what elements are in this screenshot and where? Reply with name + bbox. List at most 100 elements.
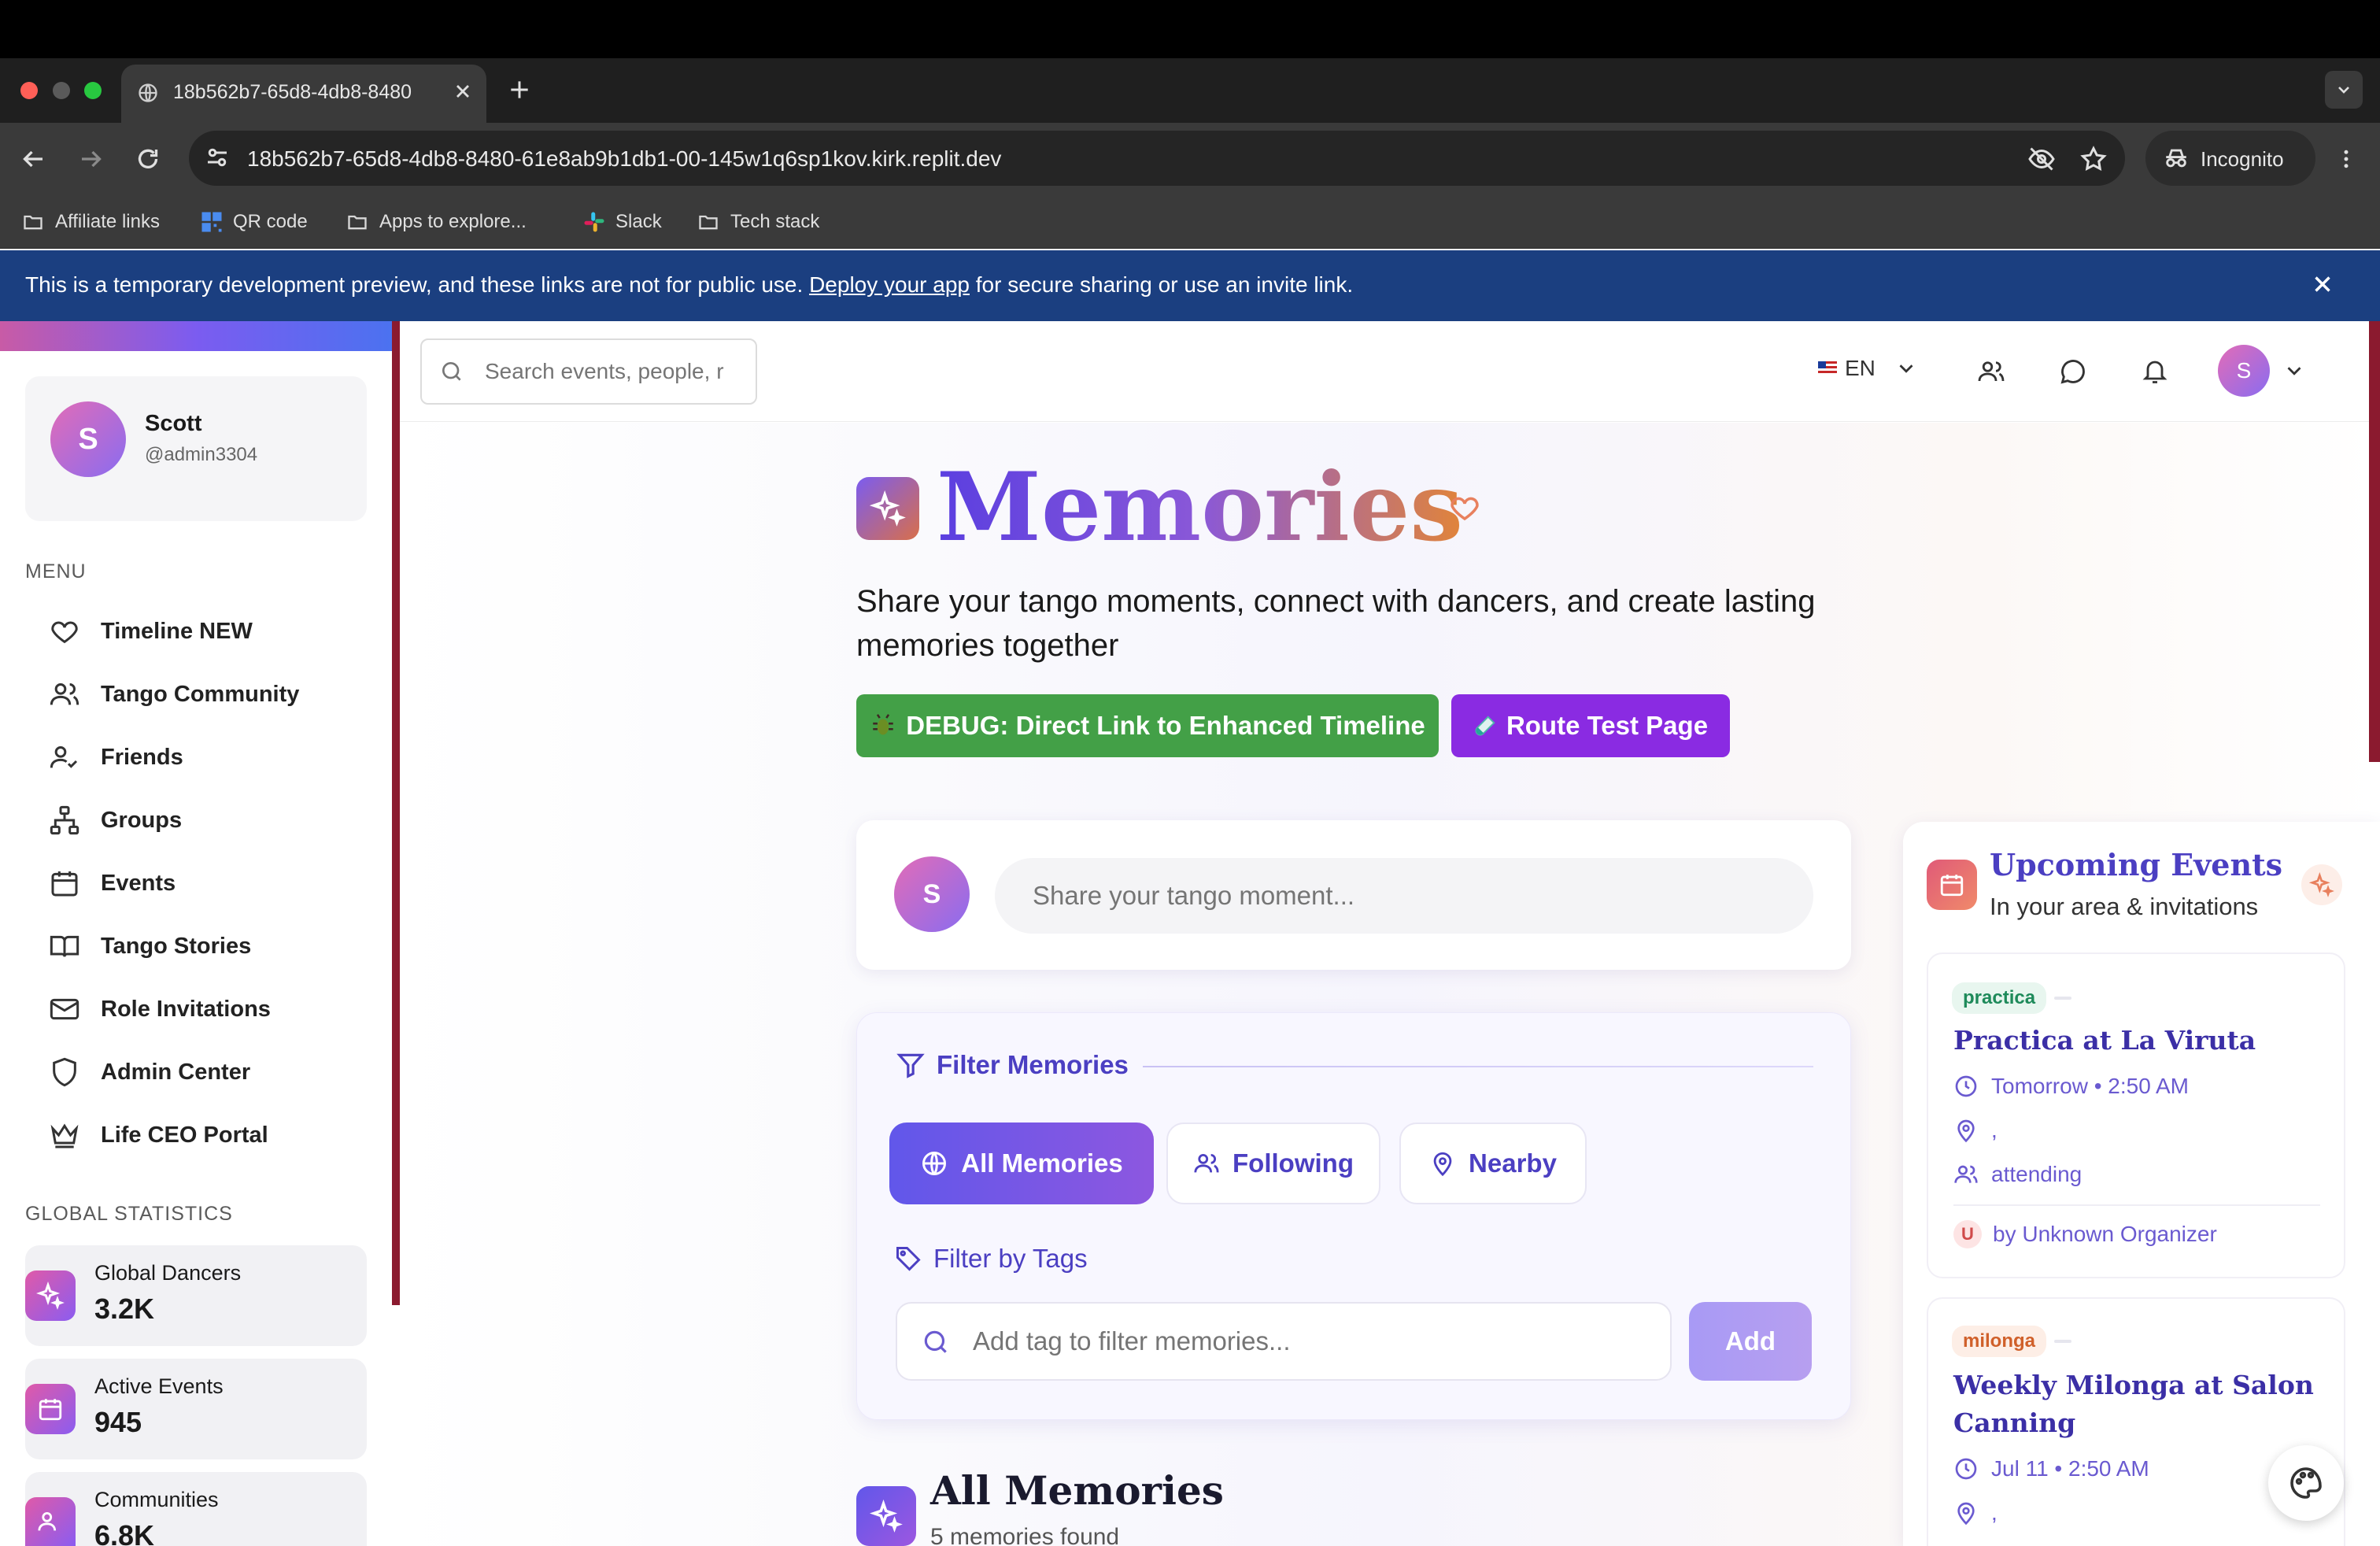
back-icon[interactable]: [19, 145, 47, 173]
filter-following[interactable]: Following: [1166, 1123, 1380, 1204]
minimize-window-button[interactable]: [53, 82, 70, 99]
bookmark-label: Tech stack: [730, 211, 820, 232]
sidebar-item-tango-stories[interactable]: Tango Stories: [25, 918, 367, 975]
user-handle: @admin3304: [145, 444, 258, 465]
map-pin-icon: [1957, 1119, 1975, 1143]
bookmark-label: Affiliate links: [55, 211, 160, 232]
us-flag-icon: [1818, 361, 1837, 375]
language-selector[interactable]: EN: [1818, 356, 1918, 381]
close-banner-icon[interactable]: [2309, 271, 2336, 298]
organizer-avatar: U: [1953, 1220, 1982, 1248]
calendar-icon: [1927, 860, 1977, 910]
search-input[interactable]: [485, 356, 737, 387]
route-button-label: Route Test Page: [1506, 711, 1709, 740]
heart-icon: [1448, 491, 1481, 524]
test-tube-icon: [1475, 716, 1495, 736]
bookmark-slack[interactable]: Slack: [582, 208, 662, 236]
star-icon[interactable]: [2079, 145, 2108, 173]
sidebar-item-admin-center[interactable]: Admin Center: [25, 1044, 367, 1100]
event-title[interactable]: Practica at La Viruta: [1953, 1022, 2331, 1060]
event-time: Jul 11 • 2:50 AM: [1953, 1456, 2149, 1481]
globe-icon: [137, 82, 159, 104]
deploy-app-link[interactable]: Deploy your app: [809, 272, 970, 297]
share-moment-input[interactable]: [995, 858, 1813, 934]
crown-icon: [50, 1123, 79, 1148]
bookmark-label: Slack: [615, 211, 662, 232]
event-badge-row: milonga: [1952, 1326, 2072, 1357]
more-menu-icon[interactable]: [2334, 145, 2358, 173]
sparkles-icon: [856, 1486, 916, 1546]
forward-icon[interactable]: [77, 145, 105, 173]
close-window-button[interactable]: [20, 82, 38, 99]
sidebar-scrollbar[interactable]: [392, 321, 400, 1305]
reload-icon[interactable]: [134, 145, 162, 173]
stat-label: Communities: [94, 1488, 219, 1511]
user-menu-avatar[interactable]: S: [2218, 345, 2270, 397]
bell-icon[interactable]: [2141, 357, 2169, 386]
page-scrollbar[interactable]: [2369, 321, 2380, 762]
zoom-window-button[interactable]: [84, 82, 102, 99]
tab-search-button[interactable]: [2325, 71, 2363, 109]
add-tag-button[interactable]: Add: [1689, 1302, 1812, 1381]
sidebar-item-friends[interactable]: Friends: [25, 729, 367, 786]
chevron-down-icon[interactable]: [2282, 359, 2306, 383]
bookmark-qr-code[interactable]: QR code: [200, 208, 308, 236]
divider: [1953, 1204, 2320, 1206]
event-time-text: Jul 11 • 2:50 AM: [1991, 1456, 2149, 1481]
sidebar-item-tango-community[interactable]: Tango Community: [25, 666, 367, 723]
search-icon: [921, 1327, 951, 1357]
friends-icon[interactable]: [1977, 357, 2005, 386]
debug-button-label: DEBUG: Direct Link to Enhanced Timeline: [906, 711, 1425, 740]
shield-icon: [53, 1057, 76, 1087]
sidebar-item-label: Tango Community: [101, 681, 300, 707]
filter-icon: [896, 1053, 925, 1078]
tag-filter-input[interactable]: [973, 1324, 1650, 1359]
eye-off-icon[interactable]: [2027, 145, 2056, 173]
folder-icon: [699, 215, 718, 230]
avatar: S: [50, 401, 126, 477]
sidebar-item-groups[interactable]: Groups: [25, 792, 367, 849]
incognito-icon: [2163, 145, 2190, 172]
user-name: Scott: [145, 411, 202, 436]
sparkles-icon: [25, 1270, 76, 1321]
qr-icon: [201, 212, 222, 232]
page-title: Memories: [937, 449, 1463, 567]
filter-all-memories[interactable]: All Memories: [889, 1123, 1154, 1204]
new-tab-icon[interactable]: [507, 77, 532, 102]
mail-icon: [50, 998, 79, 1020]
slack-icon: [584, 212, 604, 232]
close-tab-icon[interactable]: [452, 80, 474, 102]
sidebar-item-label: Timeline NEW: [101, 618, 253, 644]
calendar-icon: [25, 1384, 76, 1434]
sparkles-icon: [2301, 864, 2342, 905]
site-settings-icon[interactable]: [203, 143, 231, 172]
tags-title: Filter by Tags: [933, 1244, 1088, 1273]
filter-nearby[interactable]: Nearby: [1399, 1123, 1587, 1204]
route-test-button[interactable]: Route Test Page: [1451, 694, 1730, 757]
bookmark-tech-stack[interactable]: Tech stack: [696, 208, 819, 236]
bookmark-apps-to-explore[interactable]: Apps to explore...: [345, 208, 527, 236]
banner-text-before: This is a temporary development preview,…: [25, 272, 804, 297]
book-icon: [50, 935, 79, 957]
sidebar-item-label: Role Invitations: [101, 996, 271, 1022]
bug-icon: [873, 714, 893, 735]
sidebar-item-role-invitations[interactable]: Role Invitations: [25, 981, 367, 1037]
bookmark-affiliate-links[interactable]: Affiliate links: [20, 208, 160, 236]
messages-icon[interactable]: [2059, 357, 2087, 386]
stat-value: 3.2K: [94, 1293, 155, 1325]
sidebar-item-timeline[interactable]: Timeline NEW: [25, 603, 367, 660]
sidebar-item-events[interactable]: Events: [25, 855, 367, 912]
chip-label: Nearby: [1469, 1148, 1557, 1178]
bookmark-label: Apps to explore...: [379, 211, 527, 232]
statistics-section-label: GLOBAL STATISTICS: [25, 1203, 233, 1225]
debug-timeline-button[interactable]: DEBUG: Direct Link to Enhanced Timeline: [856, 694, 1439, 757]
theme-palette-button[interactable]: [2268, 1445, 2344, 1521]
url-text[interactable]: 18b562b7-65d8-4db8-8480-61e8ab9b1db1-00-…: [247, 145, 1001, 173]
sidebar-item-life-ceo-portal[interactable]: Life CEO Portal: [25, 1107, 367, 1163]
palette-icon: [2290, 1467, 2322, 1499]
sidebar-item-label: Groups: [101, 807, 183, 833]
map-pin-icon: [1433, 1152, 1452, 1177]
search-icon: [439, 359, 464, 384]
event-title[interactable]: Weekly Milonga at Salon Canning: [1953, 1367, 2315, 1442]
tag-icon: [896, 1247, 921, 1271]
